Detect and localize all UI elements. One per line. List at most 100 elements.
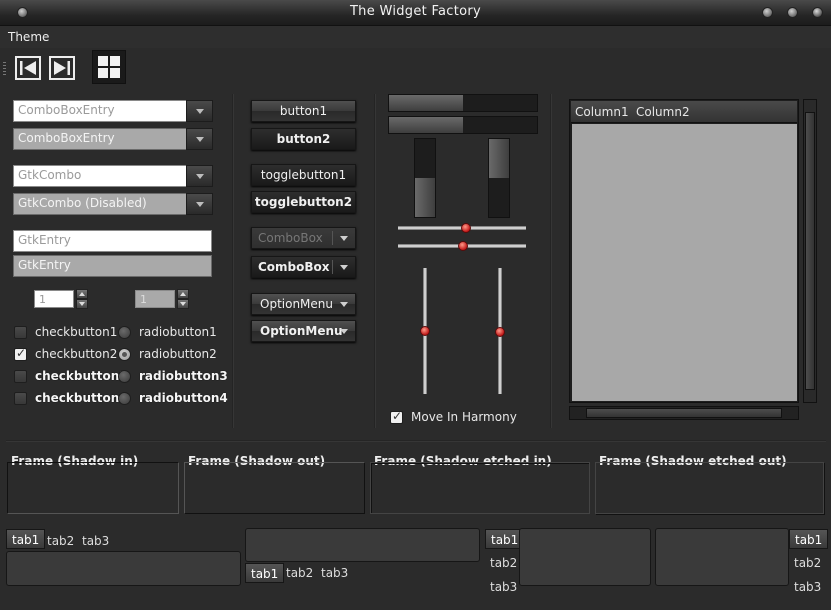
tree-body[interactable] xyxy=(572,124,797,401)
tab-3[interactable]: tab3 xyxy=(77,531,114,551)
scrollbar-thumb[interactable] xyxy=(805,112,815,390)
checkbutton-label: checkbutton4 xyxy=(35,391,128,405)
notebook-page xyxy=(245,528,480,562)
slider-knob[interactable] xyxy=(495,327,505,337)
scrollbar-thumb[interactable] xyxy=(586,408,782,418)
progress-fill xyxy=(489,139,509,178)
window-menu-icon[interactable] xyxy=(17,7,28,18)
column-header-2[interactable]: Column2 xyxy=(636,105,690,119)
button-1[interactable]: button1 xyxy=(251,100,356,122)
radio-3[interactable] xyxy=(118,370,131,383)
toggle-button-1[interactable]: togglebutton1 xyxy=(251,164,356,186)
radiobutton-label: radiobutton2 xyxy=(139,347,217,361)
tab-2[interactable]: tab2 xyxy=(281,563,318,583)
combobox-disabled: ComboBox xyxy=(251,227,356,249)
radiobutton-label: radiobutton1 xyxy=(139,325,217,339)
tab-2[interactable]: tab2 xyxy=(789,553,826,573)
chevron-down-icon xyxy=(340,236,348,241)
tab-3[interactable]: tab3 xyxy=(485,577,522,597)
spin-buttons-1[interactable] xyxy=(76,289,88,309)
frame-shadow-etched-in xyxy=(370,462,590,514)
spin-down-icon xyxy=(177,299,189,309)
toggle-button-2[interactable]: togglebutton2 xyxy=(251,191,356,213)
separator xyxy=(332,260,333,274)
spin-input-2: 1 xyxy=(135,290,175,308)
grid-icon[interactable] xyxy=(92,50,126,84)
frame-shadow-in xyxy=(7,462,179,514)
button-2[interactable]: button2 xyxy=(251,128,356,150)
progress-fill xyxy=(389,117,463,133)
radio-4[interactable] xyxy=(118,392,131,405)
radio-2[interactable] xyxy=(118,348,131,361)
separator xyxy=(332,231,333,245)
progress-bar-h2 xyxy=(388,116,538,134)
maximize-icon[interactable] xyxy=(787,7,798,18)
slider-knob[interactable] xyxy=(420,326,430,336)
progress-fill xyxy=(415,178,435,217)
gtk-entry-2[interactable]: GtkEntry xyxy=(13,255,212,277)
tab-2[interactable]: tab2 xyxy=(42,531,79,551)
tab-3[interactable]: tab3 xyxy=(316,563,353,583)
progress-bar-v1 xyxy=(414,138,436,218)
spin-input-1[interactable]: 1 xyxy=(34,290,74,308)
gtkcombo-1[interactable]: GtkCombo xyxy=(13,165,187,187)
close-icon[interactable] xyxy=(812,7,823,18)
checkbox-4[interactable] xyxy=(14,392,27,405)
tab-3[interactable]: tab3 xyxy=(789,577,826,597)
notebook-page xyxy=(519,528,651,586)
checkbutton-label: checkbutton1 xyxy=(35,325,118,339)
chevron-down-icon[interactable] xyxy=(186,100,213,122)
go-last-icon[interactable] xyxy=(48,53,78,83)
combobox-entry-1[interactable]: ComboBoxEntry xyxy=(13,100,187,122)
spin-up-icon[interactable] xyxy=(76,289,88,299)
vertical-scrollbar[interactable] xyxy=(803,99,817,403)
menu-theme[interactable]: Theme xyxy=(8,30,49,44)
spin-down-icon[interactable] xyxy=(76,299,88,309)
gtk-entry-1[interactable]: GtkEntry xyxy=(13,230,212,252)
spin-up-icon xyxy=(177,289,189,299)
option-menu-2[interactable]: OptionMenu xyxy=(251,320,356,342)
checkbutton-label: checkbutton2 xyxy=(35,347,118,361)
tab-1[interactable]: tab1 xyxy=(245,563,285,583)
spin-buttons-2 xyxy=(177,289,189,309)
chevron-down-icon xyxy=(340,329,348,334)
radiobutton-label: radiobutton4 xyxy=(139,391,228,405)
checkbox-2[interactable] xyxy=(14,346,27,361)
radio-1[interactable] xyxy=(118,326,131,339)
chevron-down-icon xyxy=(340,265,348,270)
combobox[interactable]: ComboBox xyxy=(251,256,356,278)
toolbar-grip[interactable] xyxy=(3,62,6,76)
move-in-harmony-checkbox[interactable] xyxy=(390,409,403,424)
option-menu-label: OptionMenu xyxy=(260,297,333,311)
frame-shadow-out xyxy=(184,462,365,514)
notebook-page xyxy=(6,551,241,586)
chevron-down-icon[interactable] xyxy=(186,128,213,150)
combobox-entry-2[interactable]: ComboBoxEntry xyxy=(13,128,187,150)
checkbutton-label: checkbutton3 xyxy=(35,369,128,383)
checkbox-1[interactable] xyxy=(14,326,27,339)
window-title: The Widget Factory xyxy=(349,4,482,19)
progress-fill xyxy=(389,95,463,111)
chevron-down-icon xyxy=(186,193,213,215)
column-header-1[interactable]: Column1 xyxy=(575,105,629,119)
progress-bar-h1 xyxy=(388,94,538,112)
go-first-icon[interactable] xyxy=(14,53,44,83)
option-menu-1[interactable]: OptionMenu xyxy=(251,293,356,315)
radiobutton-label: radiobutton3 xyxy=(139,369,228,383)
minimize-icon[interactable] xyxy=(762,7,773,18)
move-in-harmony-label: Move In Harmony xyxy=(411,410,517,424)
menu-bar xyxy=(0,26,831,48)
slider-knob[interactable] xyxy=(458,241,468,251)
separator xyxy=(550,94,552,428)
combobox-label: ComboBox xyxy=(258,231,323,245)
combobox-label: ComboBox xyxy=(258,260,330,274)
tab-1[interactable]: tab1 xyxy=(789,529,829,549)
frame-shadow-etched-out xyxy=(595,462,824,514)
chevron-down-icon[interactable] xyxy=(186,165,213,187)
slider-knob[interactable] xyxy=(461,223,471,233)
horizontal-scrollbar[interactable] xyxy=(569,406,799,420)
tab-2[interactable]: tab2 xyxy=(485,553,522,573)
tab-1[interactable]: tab1 xyxy=(6,529,46,549)
checkbox-3[interactable] xyxy=(14,370,27,383)
gtkcombo-disabled: GtkCombo (Disabled) xyxy=(13,193,187,215)
